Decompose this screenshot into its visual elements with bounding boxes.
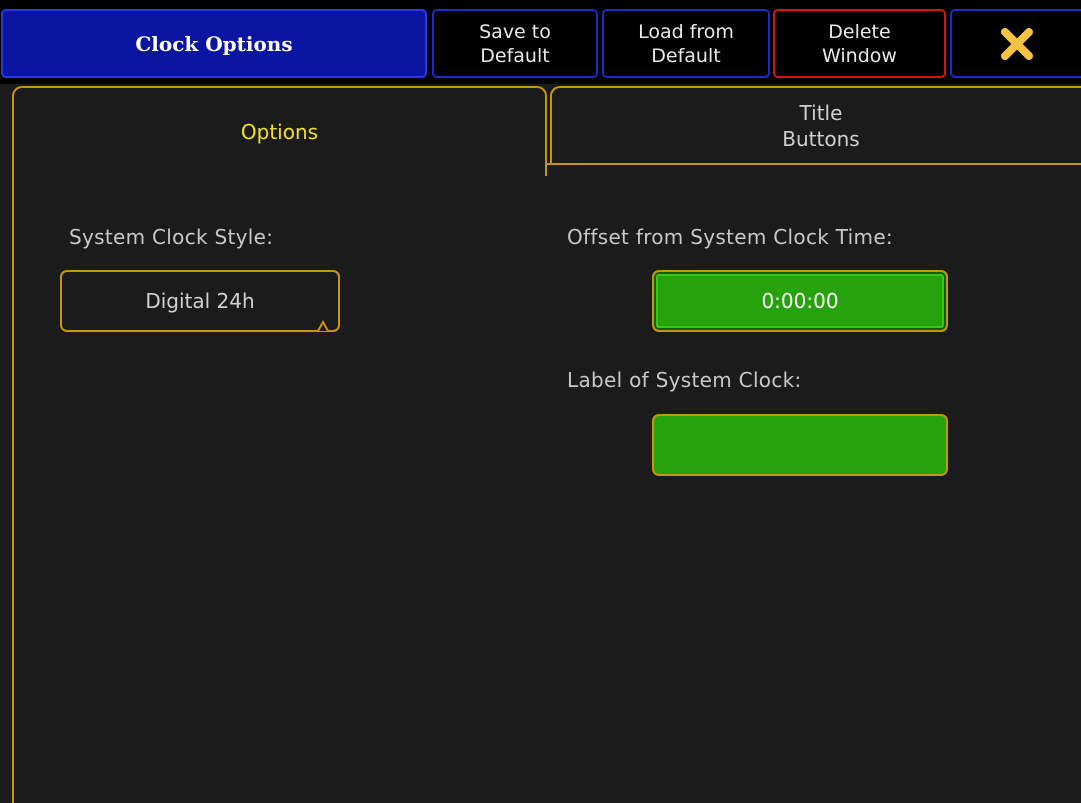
tab-title-buttons[interactable]: Title Buttons bbox=[550, 86, 1081, 165]
close-button[interactable] bbox=[950, 9, 1081, 78]
offset-time-field[interactable]: 0:00:00 bbox=[652, 270, 948, 332]
title-bar: Clock Options Save to Default Load from … bbox=[0, 0, 1081, 84]
system-clock-style-dropdown[interactable]: Digital 24h bbox=[60, 270, 340, 332]
tab-options[interactable]: Options bbox=[12, 86, 547, 176]
clock-label-label: Label of System Clock: bbox=[567, 368, 802, 392]
dropdown-caret-icon bbox=[311, 319, 335, 332]
options-panel bbox=[12, 163, 1081, 803]
delete-window-button[interactable]: Delete Window bbox=[773, 9, 946, 78]
close-x-icon bbox=[1000, 27, 1033, 60]
system-clock-style-value: Digital 24h bbox=[145, 289, 255, 313]
panel-divider bbox=[545, 163, 1081, 165]
load-from-default-button[interactable]: Load from Default bbox=[602, 9, 770, 78]
clock-options-window: Clock Options Save to Default Load from … bbox=[0, 0, 1081, 803]
system-clock-style-label: System Clock Style: bbox=[69, 225, 274, 249]
save-to-default-button[interactable]: Save to Default bbox=[432, 9, 598, 78]
window-title-button[interactable]: Clock Options bbox=[1, 9, 427, 78]
clock-label-field[interactable] bbox=[652, 414, 948, 476]
offset-label: Offset from System Clock Time: bbox=[567, 225, 893, 249]
